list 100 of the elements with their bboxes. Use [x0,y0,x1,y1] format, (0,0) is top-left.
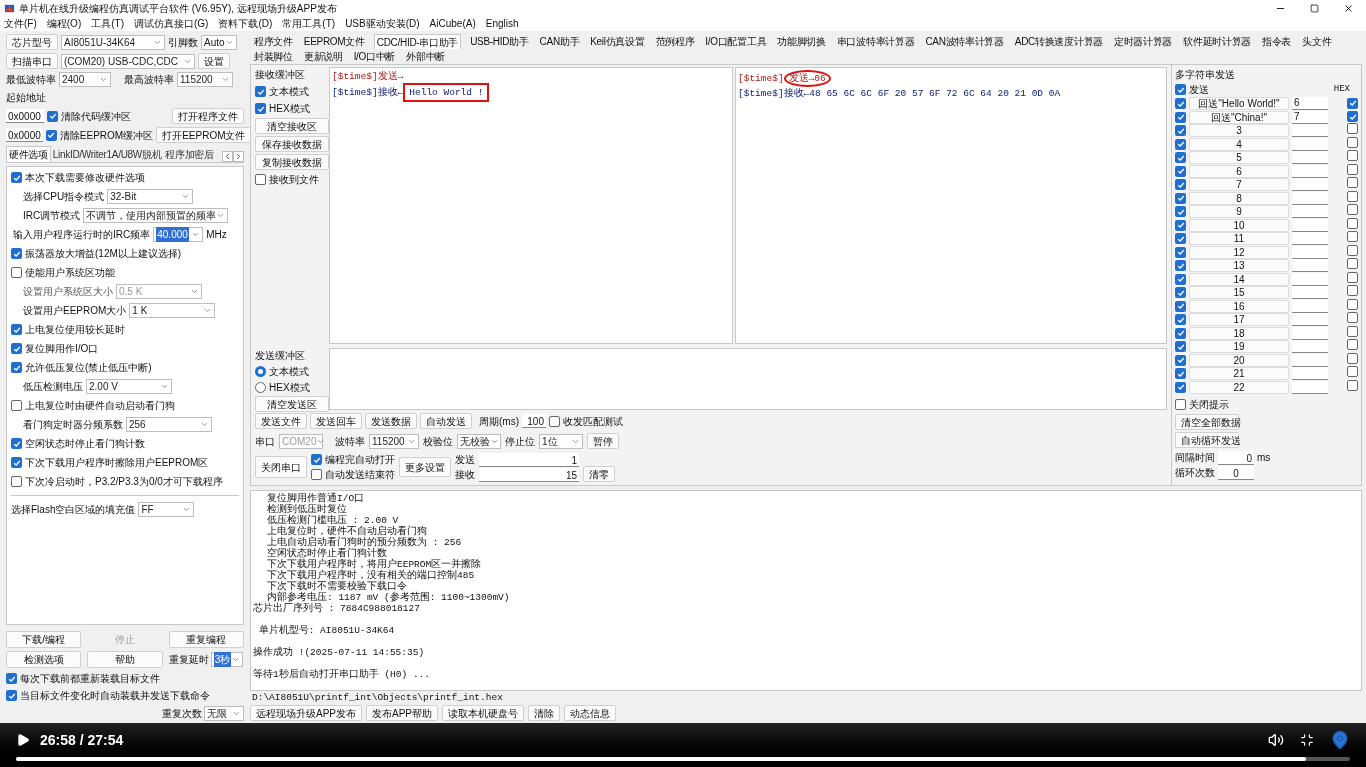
checkbox[interactable] [1347,136,1358,148]
checkbox[interactable] [1175,327,1186,339]
checkbox[interactable] [1347,244,1358,256]
tool-tab[interactable]: 范例程序 [653,34,697,49]
send-action-button[interactable]: 发送数据 [365,413,417,429]
checkbox[interactable] [1175,138,1186,150]
send-string-button[interactable]: 11 [1189,232,1289,246]
more-settings-button[interactable]: 更多设置 [399,457,451,477]
send-string-button[interactable]: 17 [1189,313,1289,327]
checkbox[interactable] [1347,285,1358,297]
maximize-icon[interactable] [1310,3,1319,13]
checkbox[interactable] [1347,312,1358,324]
tab-scroll-left-icon[interactable] [222,151,233,162]
multi-send-action-button[interactable]: 自动循环发送 [1175,432,1239,448]
checkbox[interactable] [1175,84,1186,95]
play-icon[interactable] [16,733,30,747]
checkbox[interactable] [6,673,17,684]
tool-tab[interactable]: CDC/HID-串口助手 [373,34,462,49]
string-field[interactable] [1292,245,1328,259]
string-field[interactable] [1292,353,1328,367]
program-button[interactable]: 下载/编程 [6,631,82,648]
menu-item[interactable]: AiCube(A) [429,16,476,31]
tool-tab[interactable]: 定时器计算器 [1111,34,1175,49]
checkbox[interactable] [11,438,22,449]
tool-tab[interactable]: 软件延时计算器 [1181,34,1254,49]
menu-item[interactable]: 调试仿真接口(G) [134,16,209,31]
string-field[interactable] [1292,259,1328,273]
checkbox[interactable] [45,129,57,141]
checkbox[interactable] [255,86,266,97]
option-tab[interactable]: 程序加密后 [163,146,216,162]
send-string-button[interactable]: 19 [1189,340,1289,354]
checkbox[interactable] [1347,379,1358,391]
menu-item[interactable]: USB驱动安装(D) [345,16,420,31]
close-icon[interactable] [1343,2,1354,14]
reset-count-button[interactable]: 清零 [583,466,615,482]
receive-text-area[interactable]: [$time$]发送→ [$time$]接收← Hello World ! [329,67,733,344]
checkbox[interactable] [11,248,22,259]
string-field[interactable] [1292,124,1328,138]
checkbox[interactable] [11,267,22,278]
status-bar-button[interactable]: 远程现场升级APP发布 [250,705,362,721]
string-field[interactable] [1292,218,1328,232]
checkbox[interactable] [1347,325,1358,337]
dropdown[interactable]: 1 K [129,303,216,318]
tool-tab[interactable]: USB-HID助手 [468,34,531,49]
dropdown[interactable]: FF [138,502,195,517]
radio-button[interactable] [255,382,266,393]
status-bar-button[interactable]: 读取本机硬盘号 [442,705,525,721]
tool-tab[interactable]: Keil仿真设置 [588,34,647,49]
tool-tab[interactable]: 头文件 [1300,34,1334,49]
interval-field[interactable]: 0 [1218,450,1254,465]
checkbox[interactable] [311,454,322,465]
string-field[interactable] [1292,286,1328,300]
volume-icon[interactable] [1268,732,1284,748]
open-file-button[interactable]: 打开EEPROM文件 [156,127,252,143]
pause-button[interactable]: 暂停 [587,433,619,449]
checkbox[interactable] [1347,217,1358,229]
dropdown[interactable]: 115200 [177,72,233,87]
string-field[interactable] [1292,137,1328,151]
tool-tab[interactable]: ADC转换速度计算器 [1012,34,1105,49]
checkbox[interactable] [11,457,22,468]
address-field[interactable]: 0x0000 [6,128,43,142]
checkbox[interactable] [1175,341,1186,353]
checkbox[interactable] [11,362,22,373]
checkbox[interactable] [1175,125,1186,137]
program-button[interactable]: 检测选项 [6,651,82,668]
checkbox[interactable] [1175,98,1186,110]
checkbox[interactable] [1347,271,1358,283]
checkbox[interactable] [1175,192,1186,204]
send-string-button[interactable]: 13 [1189,259,1289,273]
tool-tab[interactable]: 指令表 [1260,34,1294,49]
status-bar-button[interactable]: 发布APP帮助 [366,705,439,721]
checkbox[interactable] [1175,246,1186,258]
menu-item[interactable]: 资料下载(D) [218,16,273,31]
tool-tab[interactable]: 外部中断 [404,49,447,64]
tool-tab[interactable]: EEPROM文件 [301,34,367,49]
checkbox[interactable] [1175,111,1186,123]
tool-tab[interactable]: CAN助手 [537,34,582,49]
checkbox[interactable] [549,415,560,427]
string-field[interactable] [1292,299,1328,313]
string-field[interactable] [1292,205,1328,219]
checkbox[interactable] [47,110,58,122]
exit-fullscreen-icon[interactable] [1300,733,1314,747]
send-action-button[interactable]: 自动发送 [420,413,472,429]
string-field[interactable] [1292,272,1328,286]
send-string-button[interactable]: 3 [1189,124,1289,138]
sent-count-field[interactable]: 1 [479,452,579,467]
period-field[interactable]: 100 [522,414,546,428]
checkbox[interactable] [11,172,22,183]
tab-scroll-right-icon[interactable] [233,151,244,162]
send-string-button[interactable]: 12 [1189,245,1289,259]
checkbox[interactable] [1347,150,1358,162]
dropdown[interactable]: 无限 [204,706,244,721]
dropdown[interactable]: 40.000 [153,227,204,242]
checkbox[interactable] [1175,354,1186,366]
tool-tab[interactable]: 串口波特率计算器 [834,34,917,49]
dropdown[interactable]: 32-Bit [107,189,194,204]
menu-item[interactable]: English [485,16,519,31]
checkbox[interactable] [1347,177,1358,189]
program-button[interactable]: 重复编程 [168,631,244,648]
string-field[interactable] [1292,164,1328,178]
